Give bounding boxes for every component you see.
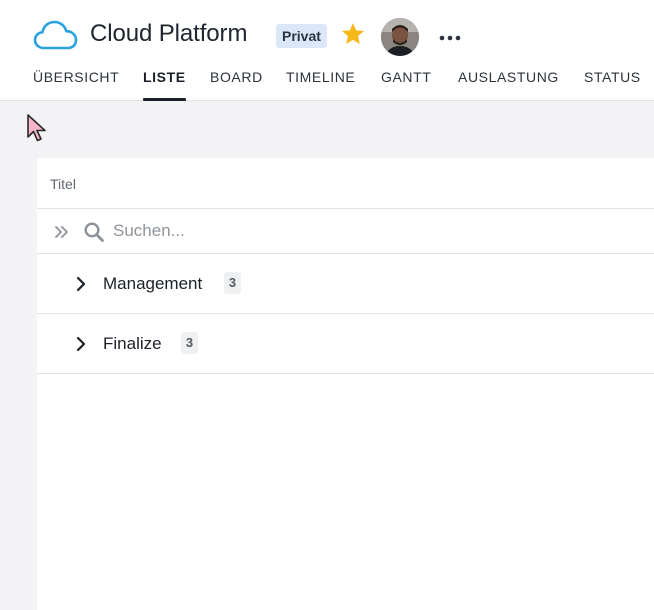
column-header: Titel [37,158,654,209]
tab-status[interactable]: STATUS [584,69,641,101]
star-icon[interactable] [340,21,366,47]
more-icon[interactable] [439,35,461,41]
group-row-management[interactable]: Management 3 [37,254,654,314]
group-row-finalize[interactable]: Finalize 3 [37,314,654,374]
column-title[interactable]: Titel [50,176,76,192]
search-icon [84,222,104,242]
group-label: Management [103,274,203,293]
privacy-badge[interactable]: Privat [276,24,327,48]
project-title: Cloud Platform [90,20,248,47]
group-label: Finalize [103,334,162,353]
count-badge: 3 [224,272,241,294]
tab-uebersicht[interactable]: ÜBERSICHT [33,69,119,101]
search-row [37,209,654,254]
chevron-right-icon[interactable] [75,336,87,352]
avatar[interactable] [381,18,419,56]
cloud-icon [33,20,78,50]
app-window: Cloud Platform Privat ÜBERSICHT LISTE BO… [0,0,654,610]
count-badge: 3 [181,332,198,354]
project-header: Cloud Platform Privat ÜBERSICHT LISTE BO… [0,0,654,101]
list-panel: Titel Management 3 Finalize 3 [37,158,654,610]
mouse-cursor-icon [27,114,46,142]
chevron-right-icon[interactable] [75,276,87,292]
tab-liste[interactable]: LISTE [143,69,186,101]
user-avatar-image [381,18,419,56]
tab-timeline[interactable]: TIMELINE [286,69,355,101]
tab-gantt[interactable]: GANTT [381,69,431,101]
double-chevron-right-icon[interactable] [54,225,70,239]
tab-board[interactable]: BOARD [210,69,263,101]
search-input[interactable] [113,218,513,244]
view-tabs: ÜBERSICHT LISTE BOARD TIMELINE GANTT AUS… [0,62,654,101]
tab-auslastung[interactable]: AUSLASTUNG [458,69,559,101]
